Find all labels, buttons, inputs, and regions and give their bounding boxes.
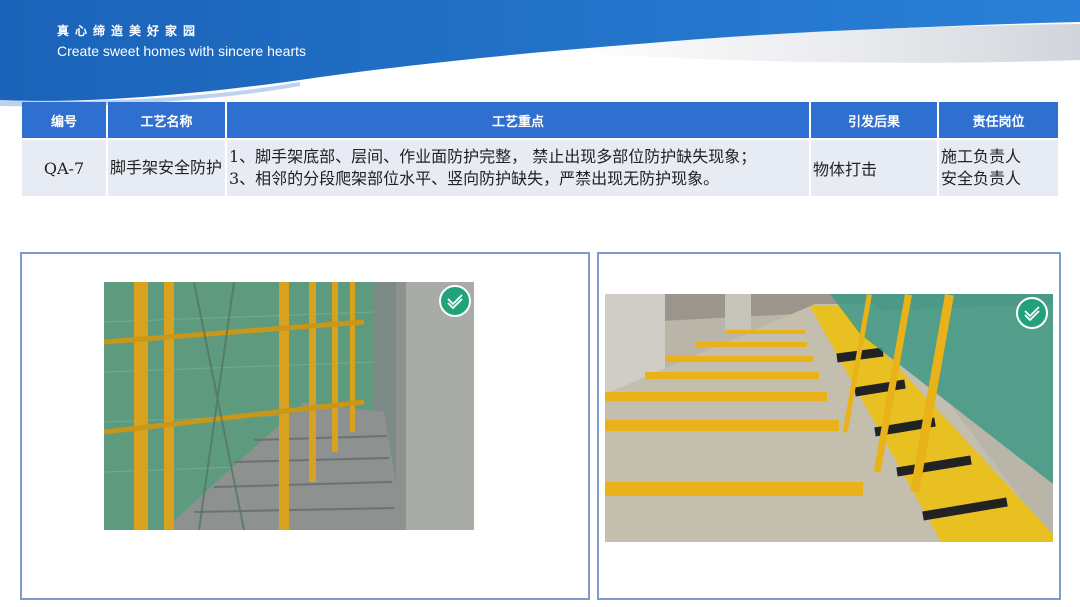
header-code: 编号 (22, 102, 106, 138)
table-row: QA-7 脚手架安全防护 1、脚手架底部、层间、作业面防护完整， 禁止出现多部位… (22, 140, 1058, 196)
cell-code: QA-7 (22, 140, 106, 196)
cell-responsible: 施工负责人 安全负责人 (939, 140, 1058, 196)
header-responsible: 责任岗位 (939, 102, 1058, 138)
climbing-frame-photo (605, 294, 1053, 542)
cell-key-points: 1、脚手架底部、层间、作业面防护完整， 禁止出现多部位防护缺失现象； 3、相邻的… (227, 140, 809, 196)
header-consequence: 引发后果 (811, 102, 937, 138)
table-header-row: 编号 工艺名称 工艺重点 引发后果 责任岗位 (22, 102, 1058, 138)
header-banner: 真心缔造美好家园 Create sweet homes with sincere… (0, 0, 1080, 110)
scaffold-photo (104, 282, 474, 530)
slogan: 真心缔造美好家园 Create sweet homes with sincere… (57, 22, 306, 59)
responsible-2: 安全负责人 (941, 169, 1022, 188)
cell-process-name: 脚手架安全防护 (108, 140, 225, 196)
key-point-1: 1、脚手架底部、层间、作业面防护完整， 禁止出现多部位防护缺失现象； (229, 147, 757, 166)
slogan-english: Create sweet homes with sincere hearts (57, 43, 306, 59)
header-key-points: 工艺重点 (227, 102, 809, 138)
slogan-chinese: 真心缔造美好家园 (57, 24, 202, 38)
cell-consequence: 物体打击 (811, 140, 937, 196)
check-badge-icon (1016, 297, 1048, 329)
process-table: 编号 工艺名称 工艺重点 引发后果 责任岗位 QA-7 脚手架安全防护 1、脚手… (20, 100, 1060, 198)
key-point-2: 3、相邻的分段爬架部位水平、竖向防护缺失，严禁出现无防护现象。 (229, 169, 720, 188)
check-badge-icon (439, 285, 471, 317)
responsible-1: 施工负责人 (941, 147, 1022, 166)
header-process-name: 工艺名称 (108, 102, 225, 138)
